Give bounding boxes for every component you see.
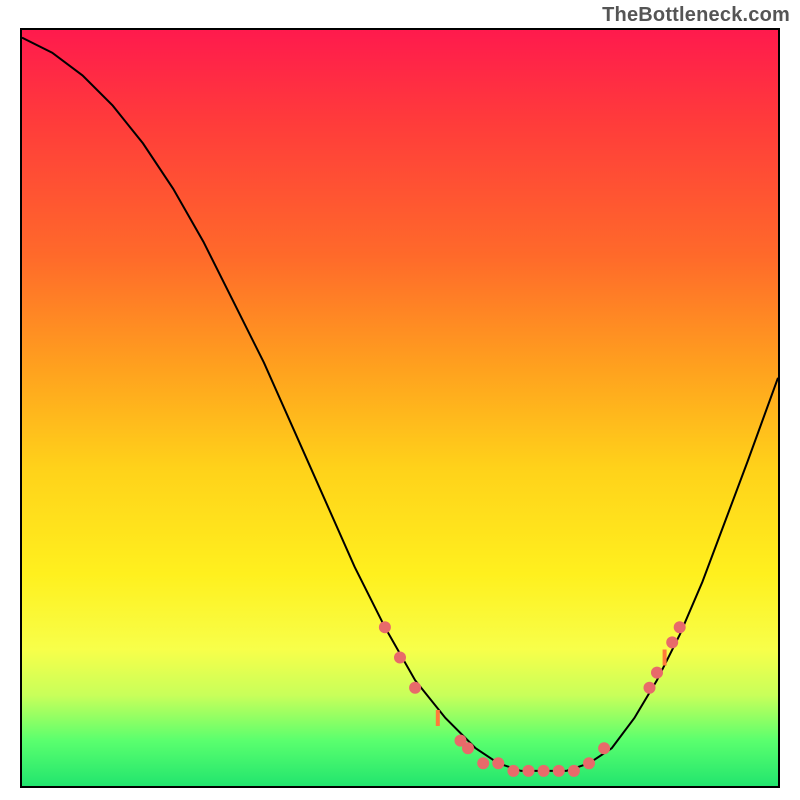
plot-area xyxy=(20,28,780,788)
data-point xyxy=(409,682,421,694)
ticks-group xyxy=(436,650,667,727)
data-point xyxy=(523,765,535,777)
data-point xyxy=(644,682,656,694)
data-point xyxy=(507,765,519,777)
data-point xyxy=(462,742,474,754)
tick-mark xyxy=(663,650,667,666)
dots-group xyxy=(379,621,686,777)
tick-mark xyxy=(436,710,440,726)
chart-svg xyxy=(22,30,778,786)
data-point xyxy=(568,765,580,777)
data-point xyxy=(674,621,686,633)
data-point xyxy=(651,667,663,679)
data-point xyxy=(583,757,595,769)
data-point xyxy=(553,765,565,777)
chart-container: TheBottleneck.com xyxy=(0,0,800,800)
data-point xyxy=(538,765,550,777)
data-point xyxy=(379,621,391,633)
data-point xyxy=(394,652,406,664)
data-point xyxy=(477,757,489,769)
data-point xyxy=(492,757,504,769)
data-point xyxy=(666,636,678,648)
watermark-text: TheBottleneck.com xyxy=(602,4,790,27)
data-point xyxy=(598,742,610,754)
